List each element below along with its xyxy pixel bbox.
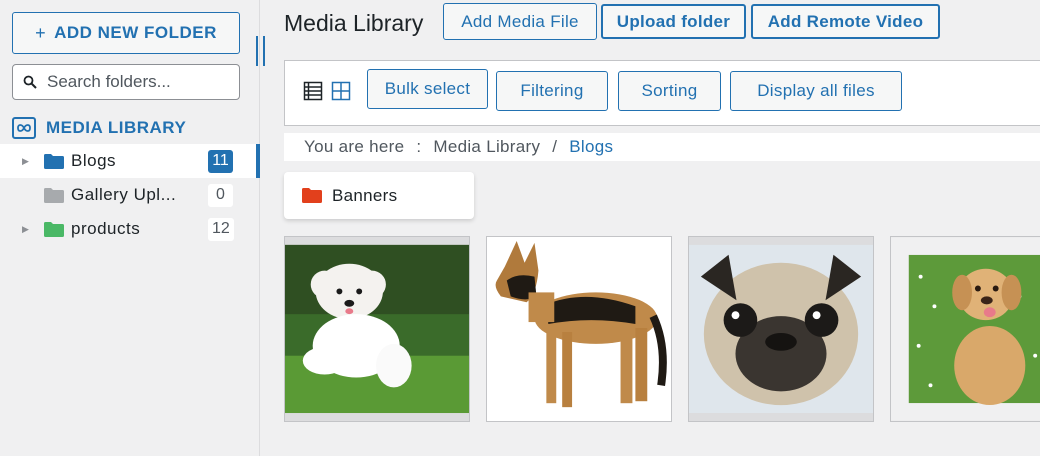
folder-name: Blogs	[71, 151, 117, 170]
folder-count-badge: 12	[208, 217, 234, 241]
expand-caret-icon[interactable]: ▶	[22, 224, 32, 235]
subfolder-name: Banners	[332, 185, 398, 205]
add-new-folder-button[interactable]: + ADD NEW FOLDER	[12, 12, 240, 54]
list-view-icon[interactable]	[303, 81, 323, 101]
folder-icon	[302, 188, 322, 203]
display-all-files-button[interactable]: Display all files	[730, 71, 902, 111]
folder-icon	[44, 153, 64, 169]
folder-item-gallery-uploads[interactable]: Gallery Upl... 0	[0, 178, 260, 212]
media-item-pug[interactable]	[688, 236, 874, 422]
breadcrumb-prefix: You are here	[304, 137, 405, 156]
media-library-icon	[12, 117, 36, 139]
search-folders-input[interactable]	[47, 72, 237, 92]
sidebar-resize-handle[interactable]	[256, 36, 265, 66]
media-item-labrador[interactable]	[890, 236, 1040, 422]
add-remote-video-button[interactable]: Add Remote Video	[751, 4, 940, 39]
folder-name: Gallery Upl...	[71, 185, 177, 204]
german-shepherd-photo	[487, 237, 671, 421]
search-folders-box[interactable]	[12, 64, 240, 100]
white-dog-photo	[285, 237, 469, 421]
folder-item-products[interactable]: ▶ products 12	[0, 212, 260, 246]
breadcrumb-root[interactable]: Media Library	[433, 137, 540, 157]
pug-photo	[689, 237, 873, 421]
grid-view-icon[interactable]	[331, 81, 351, 101]
breadcrumb-current[interactable]: Blogs	[569, 137, 613, 157]
media-item-white-dog[interactable]	[284, 236, 470, 422]
add-new-folder-label: ADD NEW FOLDER	[54, 23, 217, 42]
folder-icon	[44, 221, 64, 237]
folder-count-badge: 0	[208, 183, 233, 207]
add-media-file-button[interactable]: Add Media File	[443, 3, 597, 40]
breadcrumb-separator: :	[416, 137, 422, 156]
breadcrumb-separator: /	[552, 137, 558, 156]
folder-name: products	[71, 219, 141, 238]
media-library-root[interactable]: MEDIA LIBRARY	[12, 116, 186, 140]
folder-sidebar: + ADD NEW FOLDER MEDIA LIBRARY ▶ Blogs 1…	[0, 0, 260, 456]
folder-count-badge: 11	[208, 149, 233, 173]
folder-icon	[44, 187, 64, 203]
labrador-puppy-photo	[891, 237, 1040, 421]
resize-grip-line	[263, 36, 265, 66]
folder-item-blogs[interactable]: ▶ Blogs 11	[0, 144, 260, 178]
page-title: Media Library	[284, 10, 424, 36]
sorting-button[interactable]: Sorting	[618, 71, 721, 111]
media-item-german-shepherd[interactable]	[486, 236, 672, 422]
breadcrumb: You are here : Media Library / Blogs	[284, 133, 1040, 161]
search-icon	[23, 75, 37, 89]
resize-grip-line	[256, 36, 258, 66]
expand-caret-icon[interactable]: ▶	[22, 156, 32, 167]
upload-folder-button[interactable]: Upload folder	[601, 4, 746, 39]
filtering-button[interactable]: Filtering	[496, 71, 608, 111]
plus-icon: +	[35, 22, 47, 43]
subfolder-card-banners[interactable]: Banners	[284, 172, 474, 219]
bulk-select-button[interactable]: Bulk select	[367, 69, 488, 109]
media-library-label: MEDIA LIBRARY	[46, 118, 187, 137]
media-toolbar: Bulk select Filtering Sorting Display al…	[284, 60, 1040, 126]
